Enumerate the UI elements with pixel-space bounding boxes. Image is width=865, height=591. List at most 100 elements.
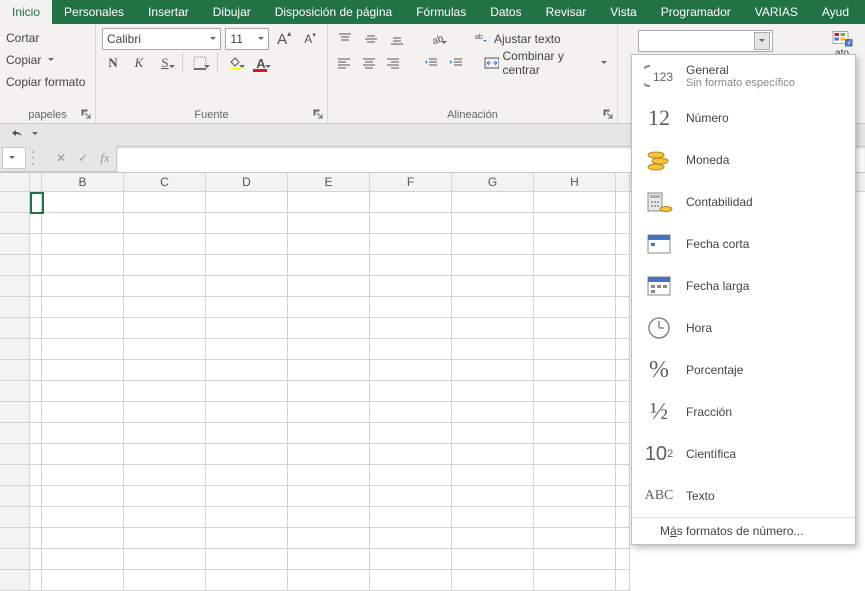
cell[interactable] [288,549,370,570]
cell[interactable] [534,192,616,213]
cell[interactable] [534,507,616,528]
chevron-down-icon[interactable] [32,132,38,138]
decrease-indent-button[interactable] [421,52,442,74]
cell[interactable] [452,213,534,234]
cell[interactable] [370,339,452,360]
orientation-button[interactable]: ab [426,28,448,50]
format-accounting[interactable]: Contabilidad [632,181,855,223]
increase-font-button[interactable]: A▴ [273,28,295,50]
cell[interactable] [534,234,616,255]
cell[interactable] [124,213,206,234]
cell[interactable] [206,192,288,213]
cell[interactable] [452,234,534,255]
cell[interactable] [206,297,288,318]
cell[interactable] [534,339,616,360]
cell[interactable] [616,234,630,255]
cell[interactable] [616,549,630,570]
cell[interactable] [206,276,288,297]
format-long-date[interactable]: Fecha larga [632,265,855,307]
cell[interactable] [370,381,452,402]
format-painter-button[interactable]: Copiar formato [6,72,89,92]
alignment-launcher-icon[interactable] [602,108,614,120]
row-header[interactable] [0,360,29,381]
cell[interactable] [124,297,206,318]
column-header[interactable]: D [206,173,288,191]
cell[interactable] [42,444,124,465]
cell[interactable] [370,423,452,444]
cell[interactable] [42,402,124,423]
wrap-text-button[interactable]: ab Ajustar texto [470,28,565,50]
cell[interactable] [124,234,206,255]
cell[interactable] [30,234,42,255]
cell[interactable] [30,444,42,465]
format-short-date[interactable]: Fecha corta [632,223,855,265]
tab-programador[interactable]: Programador [649,0,743,24]
row-header[interactable] [0,213,29,234]
cell[interactable] [452,402,534,423]
row-header[interactable] [0,297,29,318]
cell[interactable] [42,423,124,444]
cell[interactable] [452,528,534,549]
cell[interactable] [616,423,630,444]
row-header[interactable] [0,507,29,528]
font-size-combo[interactable]: 11 [225,28,269,50]
cell[interactable] [452,192,534,213]
cell[interactable] [206,402,288,423]
italic-button[interactable]: K [128,52,150,74]
cell[interactable] [288,402,370,423]
cell[interactable] [452,381,534,402]
cell[interactable] [370,255,452,276]
cell[interactable] [534,318,616,339]
cell[interactable] [370,507,452,528]
cell[interactable] [124,255,206,276]
cell[interactable] [288,486,370,507]
cell[interactable] [288,444,370,465]
font-name-combo[interactable]: Calibri [102,28,221,50]
cell[interactable] [124,465,206,486]
cell[interactable] [370,444,452,465]
cell[interactable] [42,381,124,402]
cell[interactable] [452,360,534,381]
number-format-dropdown-button[interactable] [754,32,770,50]
row-header[interactable] [0,486,29,507]
column-header[interactable]: G [452,173,534,191]
cell[interactable] [288,234,370,255]
cell[interactable] [30,402,42,423]
cell[interactable] [534,402,616,423]
cell[interactable] [370,192,452,213]
tab-insertar[interactable]: Insertar [136,0,201,24]
cell[interactable] [206,465,288,486]
decrease-font-button[interactable]: A▾ [299,28,321,50]
cell[interactable] [42,255,124,276]
tab-datos[interactable]: Datos [478,0,533,24]
row-header[interactable] [0,255,29,276]
cell[interactable] [30,339,42,360]
cell[interactable] [206,486,288,507]
cell[interactable] [206,234,288,255]
cell[interactable] [616,381,630,402]
tab-formulas[interactable]: Fórmulas [404,0,478,24]
increase-indent-button[interactable] [446,52,467,74]
cell[interactable] [370,234,452,255]
cell[interactable] [124,360,206,381]
cell[interactable] [370,528,452,549]
column-header[interactable]: F [370,173,452,191]
cell[interactable] [452,423,534,444]
cell[interactable] [288,297,370,318]
cell[interactable] [206,318,288,339]
cell[interactable] [30,297,42,318]
row-header[interactable] [0,549,29,570]
format-time[interactable]: Hora [632,307,855,349]
insert-function-button[interactable]: fx [94,147,116,169]
cell[interactable] [124,276,206,297]
cell[interactable] [30,423,42,444]
cell[interactable] [288,465,370,486]
cell[interactable] [124,381,206,402]
confirm-formula-button[interactable]: ✓ [72,147,94,169]
cell[interactable] [534,528,616,549]
row-header[interactable] [0,423,29,444]
cell[interactable] [206,423,288,444]
cell[interactable] [616,318,630,339]
format-fraction[interactable]: ½ Fracción [632,391,855,433]
cell[interactable] [30,255,42,276]
